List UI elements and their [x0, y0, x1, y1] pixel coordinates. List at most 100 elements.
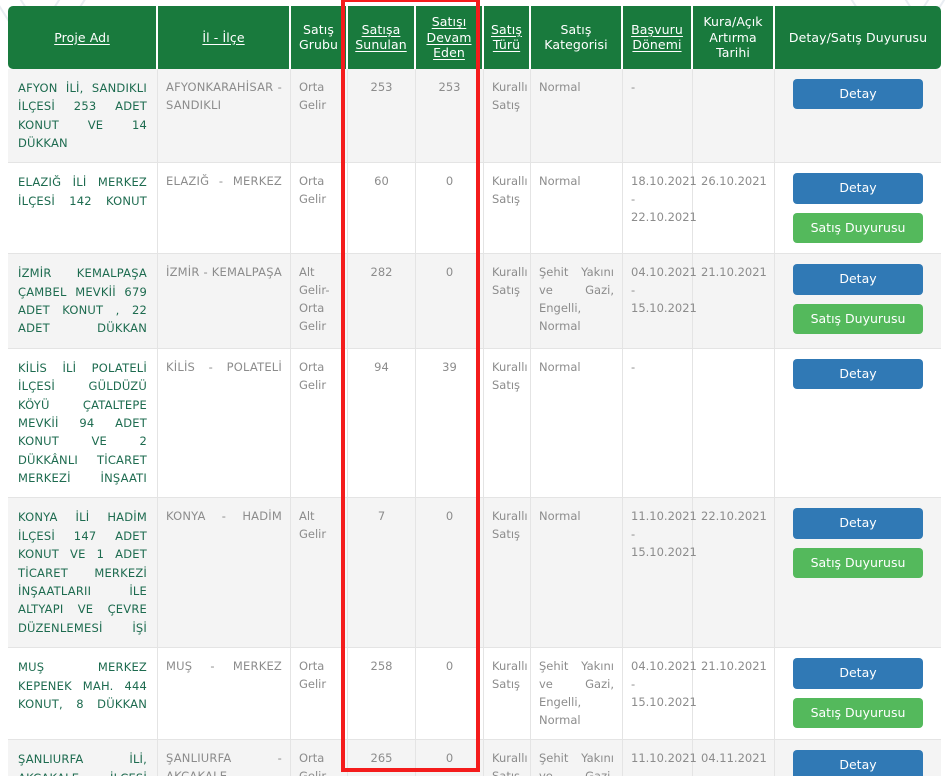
column-header-kura-tarihi-label: Kura/Açık Artırma Tarihi — [703, 14, 763, 61]
cell-basvuru-donemi: 04.10.2021-15.10.2021 — [623, 254, 697, 349]
column-header-satisi-devam-eden-label[interactable]: Satışı Devam Eden — [426, 14, 471, 60]
cell-basvuru-donemi: 04.10.2021-15.10.2021 — [623, 648, 697, 741]
cell-satisa-sunulan: 253 — [348, 68, 416, 164]
column-header-kura-tarihi: Kura/Açık Artırma Tarihi — [693, 6, 775, 69]
cell-satis-grubu: Orta Gelir — [291, 68, 348, 164]
cell-satisi-devam-eden: 0 — [416, 163, 484, 255]
cell-satis-kategorisi: Şehit Yakını ve Gazi, Engelli, Normal — [531, 254, 623, 349]
table-row: KİLİS İLİ POLATELİ İLÇESİ GÜLDÜZÜ KÖYÜ Ç… — [8, 348, 941, 499]
table-body: AFYON İLİ, SANDIKLI İLÇESİ 253 ADET KONU… — [8, 68, 941, 776]
cell-kura-tarihi: 26.10.2021 — [693, 163, 775, 255]
cell-actions: Detay Satış Duyurusu — [775, 254, 941, 349]
satis-duyurusu-button[interactable]: Satış Duyurusu — [793, 697, 923, 728]
cell-basvuru-donemi: - — [623, 68, 693, 164]
cell-kura-tarihi: 22.10.2021 — [693, 498, 775, 649]
cell-il-ilce: MUŞ - MERKEZ — [158, 648, 291, 741]
column-header-detay-duyuru: Detay/Satış Duyurusu — [775, 6, 941, 69]
column-header-satisa-sunulan-label[interactable]: Satışa Sunulan — [355, 22, 406, 53]
table-row: AFYON İLİ, SANDIKLI İLÇESİ 253 ADET KONU… — [8, 68, 941, 164]
cell-basvuru-donemi: - — [623, 348, 693, 499]
cell-satis-turu: Kurallı Satış — [484, 68, 531, 164]
cell-basvuru-donemi: 11.10.2021-27.10.2021 — [623, 740, 697, 776]
cell-satis-grubu: Orta Gelir — [291, 648, 348, 741]
detay-button[interactable]: Detay — [793, 508, 923, 539]
column-header-proje-adi-label[interactable]: Proje Adı — [54, 30, 110, 45]
projects-table: Proje Adı İl - İlçe Satış Grubu Satışa S… — [8, 6, 941, 776]
cell-proje-adi: MUŞ MERKEZ KEPENEK MAH. 444 KONUT, 8 DÜK… — [8, 648, 158, 741]
cell-actions: Detay Satış Duyurusu — [775, 163, 941, 255]
column-header-satis-kategorisi: Satış Kategorisi — [531, 6, 623, 69]
cell-proje-adi: İZMİR KEMALPAŞA ÇAMBEL MEVKİİ 679 ADET K… — [8, 254, 158, 349]
cell-satisi-devam-eden: 39 — [416, 348, 484, 499]
cell-satis-kategorisi: Normal — [531, 163, 623, 255]
column-header-basvuru-donemi-label[interactable]: Başvuru Dönemi — [631, 22, 683, 53]
cell-actions: Detay Satış Duyurusu — [775, 648, 941, 741]
table-row: ELAZIĞ İLİ MERKEZ İLÇESİ 142 KONUT ELAZIĞ… — [8, 163, 941, 255]
cell-satis-turu: Kurallı Satış — [484, 498, 531, 649]
table-row: KONYA İLİ HADİM İLÇESİ 147 ADET KONUT VE… — [8, 498, 941, 649]
column-header-satisa-sunulan[interactable]: Satışa Sunulan — [348, 6, 416, 69]
cell-actions: DetaySatış Duyurusu — [775, 740, 941, 776]
cell-satis-grubu: Alt Gelir — [291, 498, 348, 649]
cell-satisi-devam-eden: 253 — [416, 68, 484, 164]
projects-table-container: Proje Adı İl - İlçe Satış Grubu Satışa S… — [0, 0, 949, 776]
cell-satisa-sunulan: 282 — [348, 254, 416, 349]
column-header-satis-kategorisi-label: Satış Kategorisi — [544, 21, 608, 53]
cell-basvuru-donemi: 11.10.2021-15.10.2021 — [623, 498, 697, 649]
cell-il-ilce: İZMİR - KEMALPAŞA — [158, 254, 291, 349]
column-header-satis-turu-label[interactable]: Satış Türü — [491, 22, 522, 53]
cell-kura-tarihi — [693, 68, 775, 164]
table-header-row: Proje Adı İl - İlçe Satış Grubu Satışa S… — [8, 6, 941, 69]
cell-proje-adi: AFYON İLİ, SANDIKLI İLÇESİ 253 ADET KONU… — [8, 68, 158, 164]
cell-satis-grubu: Orta Gelir — [291, 163, 348, 255]
cell-satis-kategorisi: Şehit Yakını ve Gazi, Engelli, Normal — [531, 648, 623, 741]
satis-duyurusu-button[interactable]: Satış Duyurusu — [793, 547, 923, 579]
column-header-satis-grubu-label: Satış Grubu — [298, 21, 339, 53]
table-row: MUŞ MERKEZ KEPENEK MAH. 444 KONUT, 8 DÜK… — [8, 648, 941, 741]
cell-kura-tarihi: 21.10.2021 — [693, 254, 775, 349]
cell-actions: Detay Satış Duyurusu — [775, 498, 941, 649]
cell-proje-adi: ŞANLIURFA İLİ, AKÇAKALE İLÇESİ ATATÜRK M… — [8, 740, 158, 776]
cell-satis-grubu: Orta Gelir — [291, 348, 348, 499]
column-header-basvuru-donemi[interactable]: Başvuru Dönemi — [623, 6, 693, 69]
cell-kura-tarihi: 21.10.2021 — [693, 648, 775, 741]
detay-button[interactable]: Detay — [793, 358, 923, 390]
cell-satis-grubu: Alt Gelir-Orta Gelir — [291, 254, 348, 349]
table-row: İZMİR KEMALPAŞA ÇAMBEL MEVKİİ 679 ADET K… — [8, 254, 941, 349]
cell-kura-tarihi — [693, 348, 775, 499]
detay-button[interactable]: Detay — [793, 750, 923, 776]
cell-kura-tarihi: 04.11.2021 — [693, 740, 775, 776]
cell-actions: Detay — [775, 348, 941, 499]
cell-satisi-devam-eden: 0 — [416, 740, 484, 776]
detay-button[interactable]: Detay — [793, 264, 923, 295]
cell-proje-adi: KİLİS İLİ POLATELİ İLÇESİ GÜLDÜZÜ KÖYÜ Ç… — [8, 348, 158, 499]
detay-button[interactable]: Detay — [793, 78, 923, 110]
cell-proje-adi: KONYA İLİ HADİM İLÇESİ 147 ADET KONUT VE… — [8, 498, 158, 649]
cell-il-ilce: KİLİS - POLATELİ — [158, 348, 291, 499]
cell-satisi-devam-eden: 0 — [416, 498, 484, 649]
cell-satisa-sunulan: 258 — [348, 648, 416, 741]
column-header-proje-adi[interactable]: Proje Adı — [8, 6, 158, 69]
cell-satis-turu: Kurallı Satış — [484, 740, 531, 776]
cell-satisi-devam-eden: 0 — [416, 254, 484, 349]
cell-proje-adi: ELAZIĞ İLİ MERKEZ İLÇESİ 142 KONUT — [8, 163, 158, 255]
cell-satisa-sunulan: 7 — [348, 498, 416, 649]
cell-satis-turu: Kurallı Satış — [484, 163, 531, 255]
cell-il-ilce: AFYONKARAHİSAR - SANDIKLI — [158, 68, 291, 164]
cell-satis-kategorisi: Normal — [531, 498, 623, 649]
satis-duyurusu-button[interactable]: Satış Duyurusu — [793, 303, 923, 334]
satis-duyurusu-button[interactable]: Satış Duyurusu — [793, 212, 923, 244]
column-header-satisi-devam-eden[interactable]: Satışı Devam Eden — [416, 6, 484, 69]
column-header-il-ilce-label[interactable]: İl - İlçe — [202, 30, 244, 45]
cell-satis-grubu: Orta Gelir — [291, 740, 348, 776]
column-header-il-ilce[interactable]: İl - İlçe — [158, 6, 291, 69]
detay-button[interactable]: Detay — [793, 658, 923, 689]
cell-satis-kategorisi: Normal — [531, 68, 623, 164]
cell-satis-turu: Kurallı Satış — [484, 254, 531, 349]
cell-il-ilce: KONYA - HADİM — [158, 498, 291, 649]
detay-button[interactable]: Detay — [793, 173, 923, 204]
cell-basvuru-donemi: 18.10.2021-22.10.2021 — [623, 163, 697, 255]
column-header-satis-turu[interactable]: Satış Türü — [484, 6, 531, 69]
cell-satis-kategorisi: Normal — [531, 348, 623, 499]
cell-satis-turu: Kurallı Satış — [484, 648, 531, 741]
